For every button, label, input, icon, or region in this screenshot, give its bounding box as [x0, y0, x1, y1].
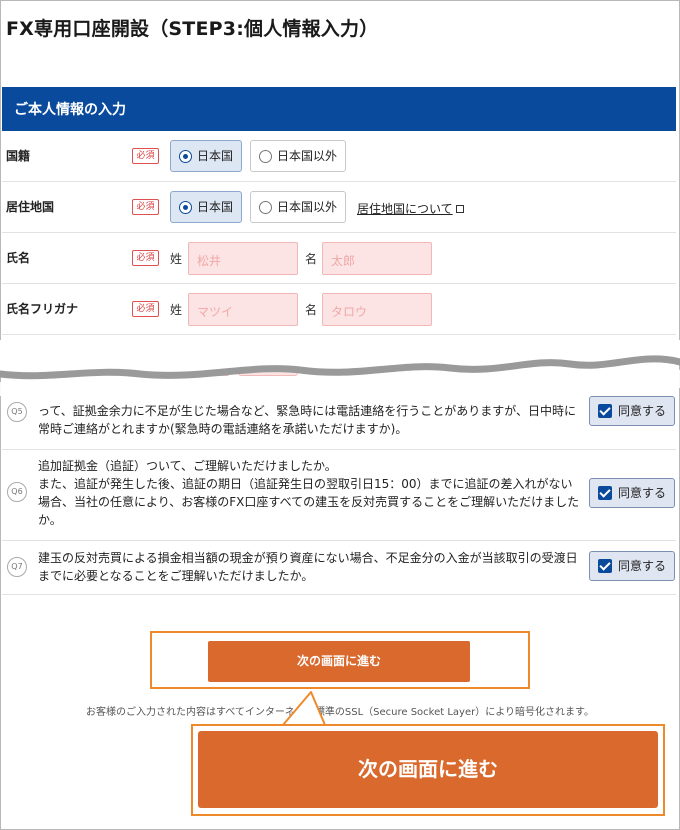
mei-label: 名 [305, 303, 318, 317]
nationality-option-label: 日本国以外 [277, 149, 338, 163]
nationality-label: 国籍 [6, 149, 31, 163]
section-header: ご本人情報の入力 [2, 87, 676, 131]
required-badge: 必須 [132, 199, 159, 215]
kana-label: 氏名フリガナ [6, 302, 79, 316]
residence-radio-japan[interactable]: 日本国 [170, 191, 243, 223]
name-label: 氏名 [6, 251, 31, 265]
row-nationality: 国籍 必須 日本国 日本国以外 [2, 131, 676, 182]
row-name: 氏名 必須 姓 松井 名 太郎 [2, 233, 676, 284]
residence-link-text: 居住地国について [357, 202, 453, 216]
nationality-radio-japan[interactable]: 日本国 [170, 140, 243, 172]
nationality-option-label: 日本国 [197, 149, 234, 163]
radio-selected-icon [179, 150, 192, 163]
question-text: 追加証拠金（追証）ついて、ご理解いただけましたか。 また、追証が発生した後、追証… [38, 459, 580, 527]
page-title: FX専用口座開設（STEP3:個人情報入力） [6, 18, 379, 40]
checkbox-checked-icon [598, 559, 612, 573]
residence-label: 居住地国 [6, 200, 55, 214]
question-text: 建玉の反対売買による損金相当額の現金が預り資産にない場合、不足金分の入金が当該取… [38, 551, 578, 583]
required-badge: 必須 [132, 148, 159, 164]
row-residence: 居住地国 必須 日本国 日本国以外 居住地国について [2, 182, 676, 233]
radio-unselected-icon [259, 201, 272, 214]
last-name-input[interactable]: 松井 [188, 242, 298, 275]
last-name-kana-input[interactable]: マツイ [188, 293, 298, 326]
first-name-kana-input[interactable]: タロウ [322, 293, 432, 326]
radio-unselected-icon [259, 150, 272, 163]
question-number-badge: Q7 [7, 557, 27, 577]
radio-selected-icon [179, 201, 192, 214]
external-window-icon [455, 205, 464, 213]
required-badge: 必須 [132, 301, 159, 317]
sei-label: 姓 [170, 303, 183, 317]
agree-label: 同意する [618, 486, 667, 500]
residence-info-link[interactable]: 居住地国について [357, 200, 464, 217]
residence-radio-other[interactable]: 日本国以外 [250, 191, 347, 223]
first-name-input[interactable]: 太郎 [322, 242, 432, 275]
nationality-radio-other[interactable]: 日本国以外 [250, 140, 347, 172]
question-row-q6: Q6 追加証拠金（追証）ついて、ご理解いただけましたか。 また、追証が発生した後… [2, 450, 676, 541]
agree-checkbox-q6[interactable]: 同意する [589, 478, 675, 508]
mei-label: 名 [305, 252, 318, 266]
checkbox-checked-icon [598, 486, 612, 500]
sei-label: 姓 [170, 252, 183, 266]
next-button[interactable]: 次の画面に進む [208, 641, 470, 682]
torn-page-divider [0, 340, 680, 400]
row-kana: 氏名フリガナ 必須 姓 マツイ 名 タロウ [2, 284, 676, 335]
question-row-q7: Q7 建玉の反対売買による損金相当額の現金が預り資産にない場合、不足金分の入金が… [2, 541, 676, 595]
zoomed-next-button: 次の画面に進む [198, 731, 658, 808]
agree-label: 同意する [618, 559, 667, 573]
residence-option-label: 日本国 [197, 200, 234, 214]
ssl-note: お客様のご入力された内容はすべてインターネット標準のSSL（Secure Soc… [85, 707, 595, 718]
question-number-badge: Q6 [7, 482, 27, 502]
required-badge: 必須 [132, 250, 159, 266]
agree-checkbox-q7[interactable]: 同意する [589, 551, 675, 581]
residence-option-label: 日本国以外 [277, 200, 338, 214]
